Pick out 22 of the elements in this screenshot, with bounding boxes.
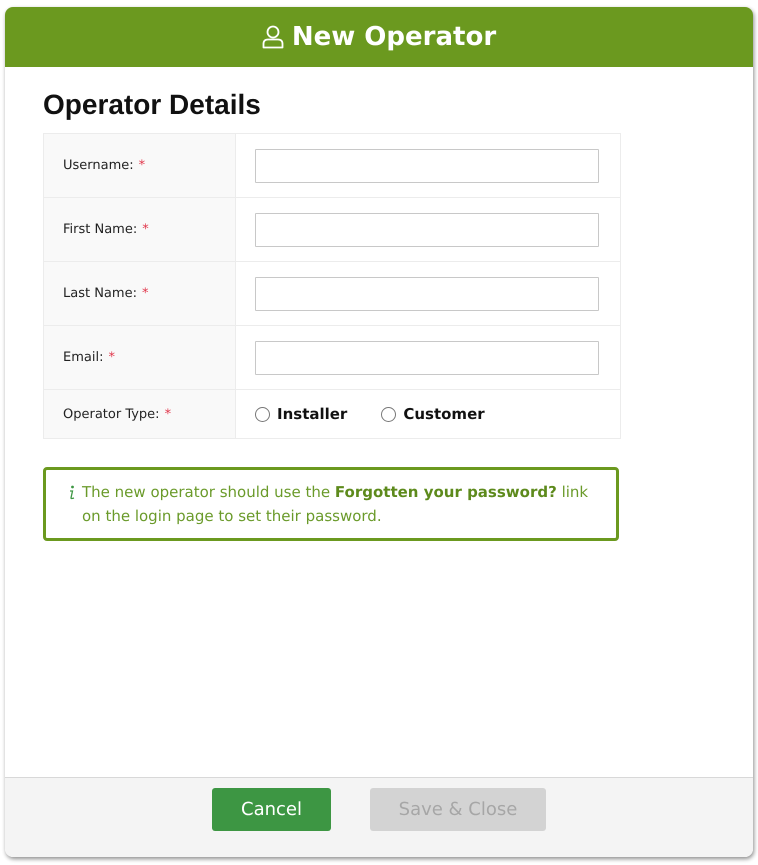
user-icon [262, 25, 284, 49]
radio-option[interactable]: Customer [381, 405, 485, 423]
field-label: First Name: [63, 222, 138, 237]
section-heading: Operator Details [43, 89, 262, 121]
dialog-title: New Operator [292, 22, 496, 52]
radio-option[interactable]: Installer [255, 405, 348, 423]
field-label: Operator Type: [63, 406, 160, 422]
input-field[interactable] [255, 340, 599, 374]
input-field[interactable] [255, 276, 599, 310]
input-field[interactable] [255, 148, 599, 182]
required-marker: * [142, 222, 149, 237]
cancel-button[interactable]: Cancel [212, 788, 331, 831]
field-label: Email: [63, 350, 104, 365]
field-label: Username: [63, 158, 134, 173]
input-field[interactable] [255, 212, 599, 246]
field-label: Last Name: [63, 286, 137, 301]
required-marker: * [142, 286, 148, 301]
info-icon [67, 485, 76, 500]
info-message: The new operator should use the Forgotten your password? link on the login page to set their password. [82, 482, 590, 527]
required-marker: * [108, 350, 115, 365]
required-marker: * [164, 406, 172, 422]
required-marker: * [138, 158, 146, 173]
